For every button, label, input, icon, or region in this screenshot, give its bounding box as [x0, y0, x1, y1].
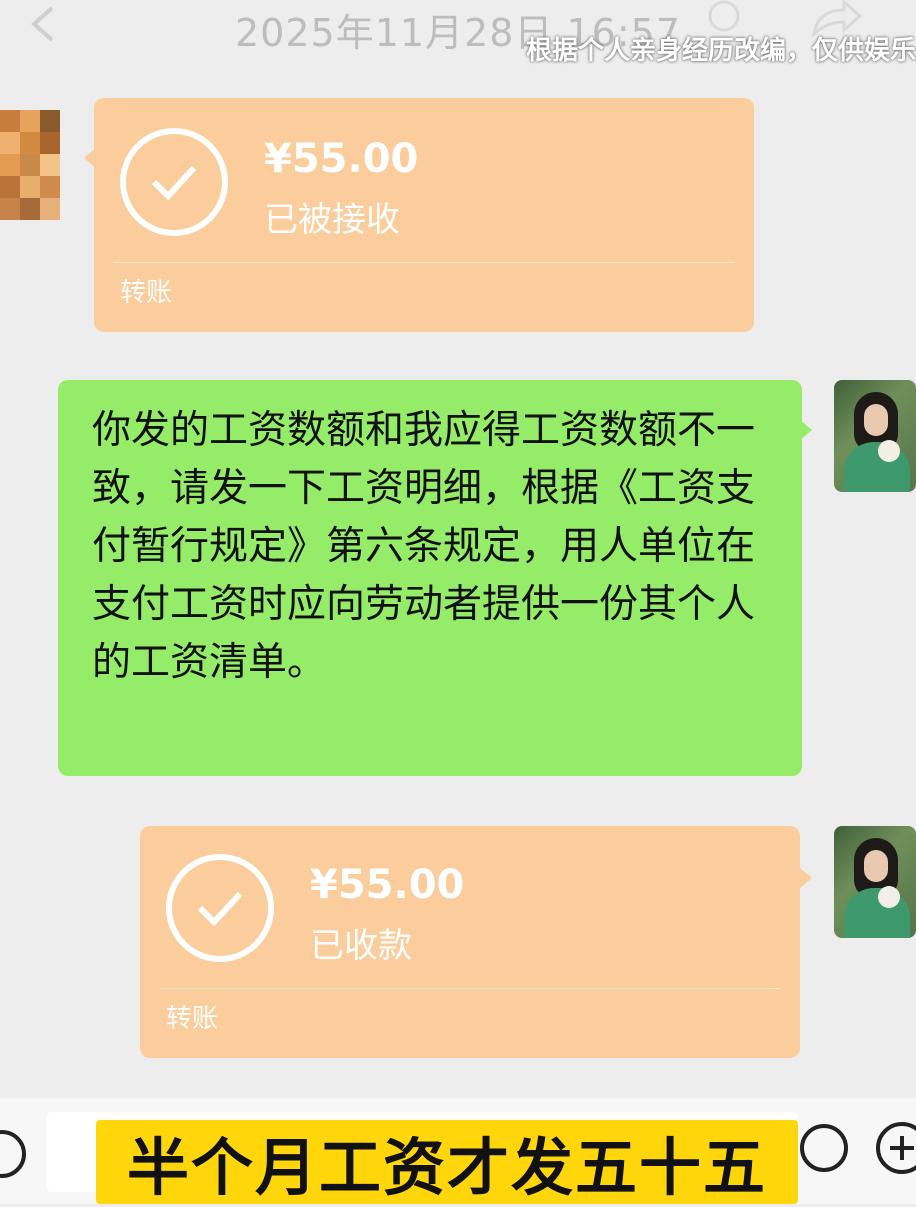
banner-text: 半个月工资才发五十五	[126, 1131, 767, 1204]
my-avatar[interactable]	[834, 826, 916, 938]
transfer-bubble-sent[interactable]: ¥55.00 已收款 转账	[140, 826, 800, 1058]
plus-icon[interactable]	[876, 1122, 916, 1174]
transfer-bubble-received[interactable]: ¥55.00 已被接收 转账	[94, 98, 754, 332]
transfer-status: 已收款	[310, 926, 412, 966]
chat-header: 2025年11月28日 16:57 根据个人亲身经历改编，仅供娱乐	[0, 0, 916, 66]
transfer-status: 已被接收	[264, 200, 400, 240]
text-message-bubble[interactable]: 你发的工资数额和我应得工资数额不一致，请发一下工资明细，根据《工资支付暂行规定》…	[58, 380, 802, 776]
check-circle-icon	[166, 854, 274, 962]
transfer-amount: ¥55.00	[264, 136, 419, 182]
caption-banner: 半个月工资才发五十五	[96, 1120, 798, 1204]
my-avatar[interactable]	[834, 380, 916, 492]
transfer-amount: ¥55.00	[310, 862, 465, 908]
overlay-caption: 根据个人亲身经历改编，仅供娱乐	[525, 36, 916, 66]
voice-icon[interactable]	[0, 1130, 26, 1178]
transfer-label: 转账	[120, 278, 173, 308]
emoji-icon[interactable]	[800, 1124, 848, 1172]
divider	[160, 988, 780, 989]
contact-avatar[interactable]	[0, 110, 60, 220]
divider	[114, 262, 734, 263]
message-text: 你发的工资数额和我应得工资数额不一致，请发一下工资明细，根据《工资支付暂行规定》…	[92, 408, 756, 685]
transfer-label: 转账	[166, 1004, 219, 1034]
bubble-tail	[800, 868, 812, 888]
check-circle-icon	[120, 128, 228, 236]
